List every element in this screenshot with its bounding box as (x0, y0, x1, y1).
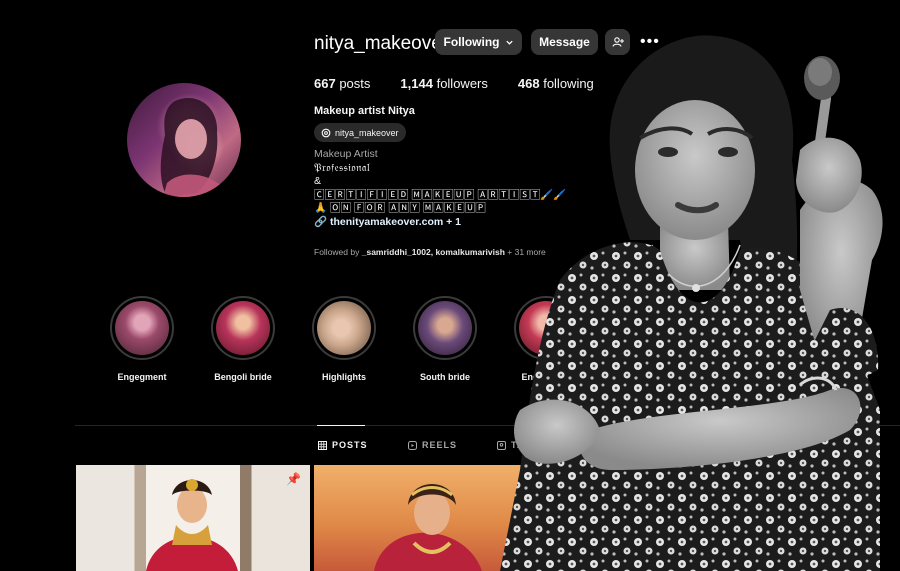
highlight-south-bride[interactable]: South bride (405, 296, 485, 382)
active-tab-indicator (317, 425, 365, 426)
followers-count[interactable]: 1,144 followers (400, 76, 487, 91)
highlight-label: South bride (420, 372, 470, 382)
tab-reels[interactable]: REELS (408, 440, 457, 450)
tab-posts[interactable]: POSTS (318, 440, 368, 450)
highlight-bengoli-bride[interactable]: Bengoli bride (203, 296, 283, 382)
highlight-label: Engegment (117, 372, 167, 382)
link-icon: 🔗 (314, 215, 328, 228)
grid-icon (318, 440, 327, 450)
highlight-engegment[interactable]: Engegment (102, 296, 182, 382)
tab-reels-label: REELS (422, 440, 458, 450)
pin-icon: 📌 (286, 472, 301, 486)
bio-link-text[interactable]: thenityamakeover.com + 1 (330, 216, 461, 228)
highlight-cover (216, 301, 270, 355)
following-label: Following (443, 35, 500, 49)
tab-posts-label: POSTS (332, 440, 368, 450)
highlight-cover (317, 301, 371, 355)
avatar-image (160, 97, 223, 197)
post-thumbnail[interactable]: 📌 (76, 465, 310, 571)
highlight-label: Bengoli bride (214, 372, 272, 382)
profile-full-name: Makeup artist Nitya (314, 105, 415, 117)
highlight-label: Highlights (322, 372, 366, 382)
post-image (146, 479, 238, 571)
threads-badge[interactable]: nitya_makeover (314, 123, 406, 142)
followed-by-names[interactable]: _samriddhi_1002, komalkumarivish (362, 247, 505, 257)
highlight-cover (115, 301, 169, 355)
portrait-overlay (500, 35, 883, 571)
highlight-highlights[interactable]: Highlights (304, 296, 384, 382)
reels-icon (408, 440, 417, 450)
posts-count[interactable]: 667 posts (314, 76, 370, 91)
profile-username: nitya_makeover (314, 33, 449, 54)
highlight-cover (418, 301, 472, 355)
threads-handle: nitya_makeover (335, 127, 399, 138)
threads-icon (321, 128, 331, 137)
profile-avatar[interactable] (127, 83, 241, 197)
